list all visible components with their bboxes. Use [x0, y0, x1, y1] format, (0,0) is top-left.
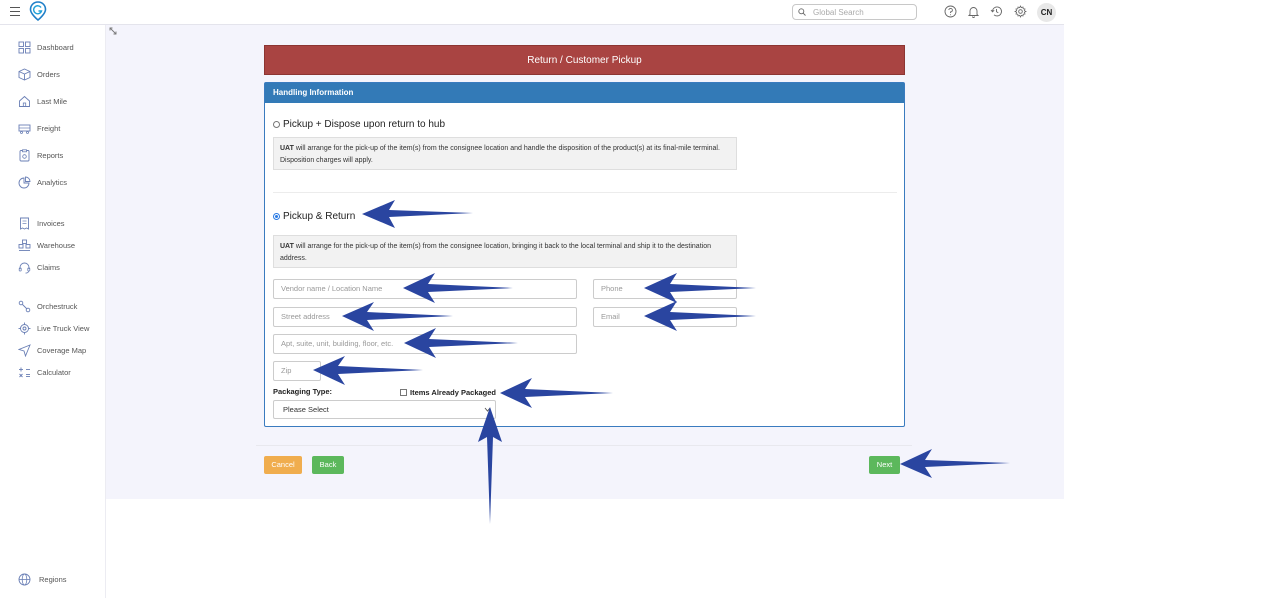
street-address-field[interactable]: Street address	[273, 307, 577, 327]
target-icon	[18, 322, 31, 334]
sidebar-item-label: Live Truck View	[37, 323, 90, 333]
sidebar-item-label: Claims	[37, 262, 60, 272]
zip-field[interactable]: Zip	[273, 361, 321, 381]
sidebar-item-label: Dashboard	[37, 42, 74, 52]
packaging-type-label: Packaging Type:	[273, 387, 333, 396]
back-button[interactable]: Back	[312, 456, 344, 474]
page-title: Return / Customer Pickup	[264, 45, 905, 75]
sidebar-item-label: Last Mile	[37, 96, 68, 106]
sidebar-item-label: Reports	[37, 150, 64, 160]
sidebar-item-label: Invoices	[37, 218, 65, 228]
select-value: Please Select	[283, 405, 329, 414]
sidebar-item-freight[interactable]: Freight	[18, 121, 60, 135]
sidebar-item-claims[interactable]: Claims	[18, 260, 60, 274]
sidebar-item-warehouse[interactable]: Warehouse	[18, 238, 75, 252]
option-label: Pickup + Dispose upon return to hub	[283, 119, 446, 130]
sidebar-item-orders[interactable]: Orders	[18, 67, 60, 81]
user-avatar[interactable]: CN	[1037, 3, 1056, 22]
apt-suite-field[interactable]: Apt, suite, unit, building, floor, etc.	[273, 334, 577, 354]
sidebar-item-label: Orchestruck	[37, 301, 78, 311]
history-icon[interactable]	[990, 5, 1003, 18]
sidebar-item-orchestruck[interactable]: Orchestruck	[18, 299, 77, 313]
navigation-icon	[18, 343, 31, 357]
bell-icon[interactable]	[967, 5, 980, 18]
sidebar-item-regions[interactable]: Regions	[18, 572, 67, 586]
report-icon	[19, 148, 30, 161]
sidebar-item-label: Calculator	[37, 367, 71, 377]
dashboard-icon	[18, 41, 31, 53]
company-name: UAT	[280, 145, 294, 152]
next-button[interactable]: Next	[869, 456, 900, 474]
sidebar-item-label: Freight	[37, 123, 61, 133]
main-content: Return / Customer Pickup Handling Inform…	[106, 25, 1064, 499]
radio-pickup-return[interactable]	[273, 213, 280, 220]
sidebar-item-label: Analytics	[37, 177, 68, 187]
globe-icon	[18, 573, 31, 585]
phone-field[interactable]: Phone	[593, 279, 737, 299]
box-icon	[18, 68, 31, 80]
radio-pickup-dispose[interactable]	[273, 121, 280, 128]
sidebar-item-analytics[interactable]: Analytics	[18, 175, 67, 189]
company-name: UAT	[280, 243, 294, 250]
sidebar-item-last-mile[interactable]: Last Mile	[18, 94, 67, 108]
sidebar: Dashboard Orders Last Mile Freight Repor…	[0, 25, 106, 598]
search-input[interactable]	[813, 6, 913, 18]
packaging-type-select[interactable]: Please Select	[273, 400, 496, 419]
top-bar: CN	[0, 0, 1064, 25]
orchestruck-icon	[18, 300, 31, 312]
sidebar-item-invoices[interactable]: Invoices	[18, 216, 65, 230]
panel-title: Handling Information	[265, 83, 904, 103]
divider	[273, 192, 897, 193]
gear-icon[interactable]	[1014, 5, 1027, 18]
items-already-packaged-checkbox[interactable]	[400, 389, 407, 396]
email-field[interactable]: Email	[593, 307, 737, 327]
global-search[interactable]	[792, 4, 917, 20]
checkbox-label: Items Already Packaged	[410, 388, 497, 397]
invoice-icon	[20, 217, 29, 230]
sidebar-item-label: Regions	[39, 574, 67, 584]
menu-icon[interactable]	[10, 7, 20, 16]
analytics-icon	[18, 176, 31, 188]
sidebar-item-live-truck-view[interactable]: Live Truck View	[18, 321, 89, 335]
cancel-button[interactable]: Cancel	[264, 456, 302, 474]
sidebar-item-calculator[interactable]: Calculator	[18, 365, 71, 379]
search-icon	[798, 8, 806, 16]
headset-icon	[18, 262, 31, 273]
sidebar-item-coverage-map[interactable]: Coverage Map	[18, 343, 86, 357]
truck-icon	[18, 124, 31, 134]
app-logo-icon[interactable]	[29, 1, 47, 21]
option-label: Pickup & Return	[283, 211, 356, 222]
sidebar-item-dashboard[interactable]: Dashboard	[18, 40, 74, 54]
warehouse-icon	[18, 239, 31, 251]
vendor-name-field[interactable]: Vendor name / Location Name	[273, 279, 577, 299]
calculator-icon	[19, 367, 30, 377]
divider	[256, 445, 912, 446]
sidebar-item-label: Warehouse	[37, 240, 76, 250]
handling-information-panel: Handling Information Pickup + Dispose up…	[264, 82, 905, 427]
option-pickup-return[interactable]: Pickup & Return	[273, 211, 355, 222]
house-icon	[19, 95, 30, 107]
option-pickup-dispose[interactable]: Pickup + Dispose upon return to hub	[273, 119, 445, 130]
help-icon[interactable]	[944, 5, 957, 18]
option-description: UAT will arrange for the pick-up of the …	[273, 235, 737, 268]
sidebar-item-reports[interactable]: Reports	[18, 148, 63, 162]
description-text: will arrange for the pick-up of the item…	[280, 243, 711, 262]
sidebar-item-label: Coverage Map	[37, 345, 87, 355]
sidebar-item-label: Orders	[37, 69, 60, 79]
option-description: UAT will arrange for the pick-up of the …	[273, 137, 737, 170]
items-already-packaged[interactable]: Items Already Packaged	[400, 388, 496, 397]
description-text: will arrange for the pick-up of the item…	[280, 145, 720, 164]
expand-icon[interactable]	[109, 27, 117, 35]
chevron-down-icon	[484, 407, 491, 412]
